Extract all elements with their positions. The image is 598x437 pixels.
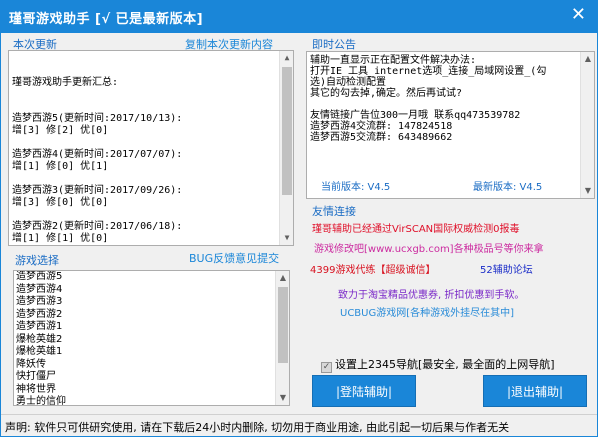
disclaimer-bar: 声明: 软件只可供研究使用, 请在下载后24小时内删除, 切勿用于商业用途, 由… [1,414,597,436]
game-list-scrollbar[interactable]: ▲ ▼ [275,271,289,405]
scroll-down-icon[interactable]: ▼ [276,391,289,405]
game-item[interactable]: 造梦西游4 [14,284,289,297]
scroll-up-icon[interactable]: ▲ [280,51,293,65]
nav-2345-option[interactable]: ✓ 设置上2345导航[最安全, 最全面的上网导航] [321,356,555,373]
game-item[interactable]: 造梦西游2 [14,309,289,322]
update-log-text: 瑾哥游戏助手更新汇总: 造梦西游5(更新时间:2017/10/13): 增[3]… [12,77,183,244]
game-item[interactable]: 神将世界 [14,384,289,397]
scroll-thumb[interactable] [278,287,288,363]
main-panel: 本次更新 复制本次更新内容 瑾哥游戏助手更新汇总: 造梦西游5(更新时间:201… [0,33,598,437]
bug-feedback-link[interactable]: BUG反馈意见提交 [189,250,279,266]
checkbox-icon[interactable]: ✓ [321,362,332,373]
disclaimer-text: 声明: 软件只可供研究使用, 请在下载后24小时内删除, 切勿用于商业用途, 由… [5,421,510,434]
game-item[interactable]: 快打僵尸 [14,371,289,384]
notice-textbox[interactable]: 辅助一直显示正在配置文件解决办法: 打开IE_工具_internet选项_连接_… [306,51,595,199]
scroll-up-icon[interactable]: ▲ [276,271,289,285]
game-item[interactable]: 爆枪英雄2 [14,334,289,347]
game-select-label: 游戏选择 [15,254,59,267]
current-version: 当前版本: V4.5 [321,182,391,193]
game-item[interactable]: 爆枪英雄1 [14,346,289,359]
game-item[interactable]: 造梦西游1 [14,321,289,334]
scroll-down-icon[interactable]: ▼ [581,184,595,198]
ad-link-taobao[interactable]: 致力于淘宝精品优惠券, 折扣优惠到手软。 [338,286,524,301]
window-title: 瑾哥游戏助手 [√ 已是最新版本] [9,12,204,27]
ad-link-virscan[interactable]: 瑾哥辅助已经通过VirSCAN国际权威检测0报毒 [312,220,520,235]
scroll-down-icon[interactable]: ▼ [280,231,293,245]
notice-scrollbar[interactable]: ▲ ▼ [580,52,594,198]
notice-section-label: 即时公告 [312,38,356,51]
update-log-scrollbar[interactable]: ▲ ▼ [279,51,293,245]
latest-version: 最新版本: V4.5 [473,182,543,193]
notice-text: 辅助一直显示正在配置文件解决办法: 打开IE_工具_internet选项_连接_… [310,55,547,143]
ad-link-52fuzhu[interactable]: 52辅助论坛 [480,261,533,276]
nav-2345-label: 设置上2345导航[最安全, 最全面的上网导航] [335,358,555,371]
game-item[interactable]: 降妖传 [14,359,289,372]
exit-button[interactable]: |退出辅助| [483,375,587,407]
title-bar: 瑾哥游戏助手 [√ 已是最新版本] ✕ [0,0,598,33]
game-item[interactable]: 勇士的信仰 [14,396,289,405]
friend-links-panel: 瑾哥辅助已经通过VirSCAN国际权威检测0报毒 游戏修改吧[www.ucxgb… [306,216,595,348]
scroll-thumb[interactable] [282,67,292,195]
close-icon[interactable]: ✕ [571,5,586,25]
update-log-textbox[interactable]: 瑾哥游戏助手更新汇总: 造梦西游5(更新时间:2017/10/13): 增[3]… [8,50,294,246]
login-button[interactable]: |登陆辅助| [312,375,416,407]
ad-link-4399[interactable]: 4399游戏代练【超级诚信】 [310,261,435,276]
ad-link-ucbug[interactable]: UCBUG游戏网[各种游戏外挂尽在其中] [340,304,514,319]
game-item[interactable]: 造梦西游3 [14,296,289,309]
game-item[interactable]: 造梦西游5 [14,271,289,284]
ad-link-ucxgb[interactable]: 游戏修改吧[www.ucxgb.com]各种极品号等你来拿 [314,240,544,255]
scroll-up-icon[interactable]: ▲ [581,52,595,66]
game-listbox[interactable]: 造梦西游5 造梦西游4 造梦西游3 造梦西游2 造梦西游1 爆枪英雄2 爆枪英雄… [13,270,290,406]
